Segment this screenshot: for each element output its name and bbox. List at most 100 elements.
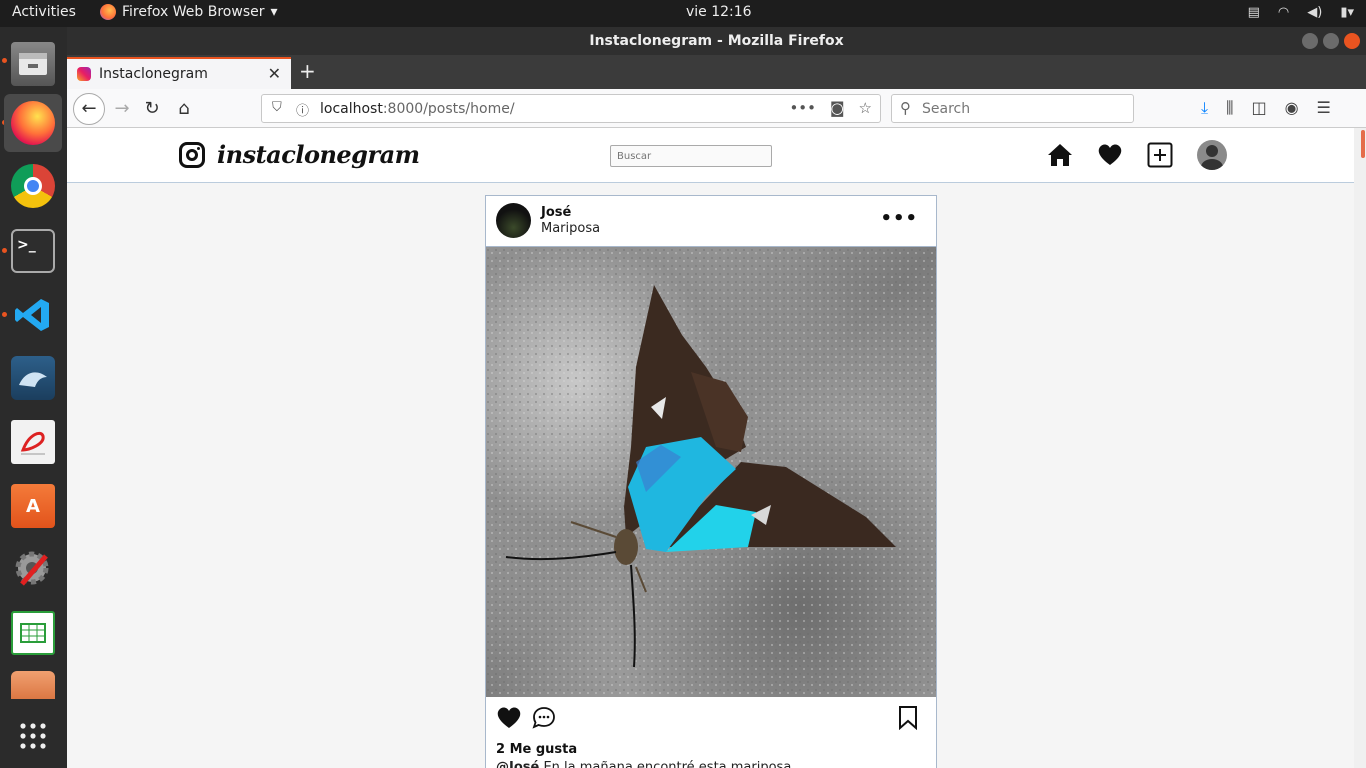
post-header: José Mariposa •••: [486, 196, 936, 247]
url-actions: ••• ◙ ☆: [789, 99, 872, 117]
account-icon[interactable]: ◉: [1285, 98, 1299, 118]
tab-instaclonegram[interactable]: Instaclonegram ✕: [67, 57, 291, 89]
dock-software-center[interactable]: A: [4, 477, 62, 535]
library-icon[interactable]: ⫼: [1226, 98, 1233, 118]
pocket-icon[interactable]: ◙: [830, 99, 845, 117]
profile-avatar[interactable]: [1197, 140, 1227, 170]
dock-show-applications[interactable]: [4, 707, 62, 765]
tab-bar: Instaclonegram ✕ +: [67, 55, 1366, 89]
new-tab-button[interactable]: +: [299, 59, 316, 83]
browser-search-bar[interactable]: ⚲ Search: [891, 94, 1134, 123]
like-heart-icon[interactable]: [496, 706, 522, 734]
sidebar-icon[interactable]: ◫: [1251, 98, 1266, 118]
site-search-input[interactable]: [610, 145, 772, 167]
more-options-icon[interactable]: •••: [880, 208, 918, 229]
app-menu[interactable]: Firefox Web Browser ▾: [100, 4, 278, 20]
downloads-icon[interactable]: ⤓: [1201, 98, 1208, 118]
clock[interactable]: vie 12:16: [686, 4, 752, 20]
dock-vscode[interactable]: [4, 286, 62, 344]
caption-username[interactable]: @José: [496, 760, 539, 768]
wifi-icon[interactable]: ◠: [1278, 5, 1289, 20]
comment-icon[interactable]: [532, 706, 556, 734]
scrollbar-thumb[interactable]: [1361, 130, 1365, 158]
spreadsheet-icon: [11, 611, 55, 655]
files-icon: [11, 42, 55, 86]
app-menu-label: Firefox Web Browser: [122, 4, 265, 20]
site-header: instaclonegram: [67, 128, 1354, 183]
dock-files[interactable]: [4, 35, 62, 93]
navigation-toolbar: ← → ↻ ⌂ ⛉ ⓘ localhost:8000/posts/home/ •…: [67, 89, 1366, 128]
browser-tools: ⤓ ⫼ ◫ ◉ ☰: [1201, 98, 1331, 118]
close-tab-icon[interactable]: ✕: [268, 64, 281, 83]
dock-presentation[interactable]: [4, 667, 62, 699]
system-tools-icon: [11, 547, 55, 591]
brand-name: instaclonegram: [217, 140, 420, 169]
software-center-icon: A: [11, 484, 55, 528]
add-post-icon[interactable]: [1147, 142, 1173, 168]
minimize-button[interactable]: [1302, 33, 1318, 49]
web-page: instaclonegram José Mariposa •••: [67, 128, 1354, 768]
firefox-icon: [11, 101, 55, 145]
page-actions-icon[interactable]: •••: [789, 99, 816, 117]
dock-mysql-workbench[interactable]: [4, 349, 62, 407]
window-controls: [1302, 33, 1360, 49]
dock-spreadsheet[interactable]: [4, 604, 62, 662]
reload-button[interactable]: ↻: [139, 96, 165, 122]
keyboard-icon[interactable]: ▤: [1248, 5, 1260, 20]
show-applications-icon: [11, 714, 55, 758]
tab-label: Instaclonegram: [99, 66, 208, 82]
post-card: José Mariposa ••• 2 Me gusta @José En la…: [485, 195, 937, 768]
post-actions: [496, 706, 556, 734]
post-author-avatar[interactable]: [496, 203, 531, 238]
document-viewer-icon: [11, 420, 55, 464]
post-caption: @José En la mañana encontré esta maripos…: [496, 760, 791, 768]
mysql-workbench-icon: [11, 356, 55, 400]
instagram-icon: [179, 141, 205, 168]
likes-count[interactable]: 2 Me gusta: [496, 742, 577, 757]
chrome-icon: [11, 164, 55, 208]
vscode-icon: [11, 293, 55, 337]
tracking-protection-shield-icon[interactable]: ⛉: [272, 100, 282, 115]
post-username[interactable]: José: [541, 205, 571, 220]
close-window-button[interactable]: [1344, 33, 1360, 49]
page-scrollbar[interactable]: [1354, 128, 1366, 768]
dock-firefox[interactable]: [4, 94, 62, 152]
site-nav: [1047, 140, 1227, 170]
post-image[interactable]: [486, 247, 936, 697]
dock-document-viewer[interactable]: [4, 413, 62, 471]
search-icon: ⚲: [900, 99, 911, 117]
battery-icon[interactable]: ▮▾: [1340, 5, 1354, 20]
volume-icon[interactable]: ◀): [1307, 5, 1322, 20]
bookmark-star-icon[interactable]: ☆: [859, 99, 872, 117]
hamburger-menu-icon[interactable]: ☰: [1317, 98, 1331, 118]
home-button[interactable]: ⌂: [171, 96, 197, 122]
back-button[interactable]: ←: [73, 93, 105, 125]
site-info-icon[interactable]: ⓘ: [296, 100, 309, 119]
url-host: localhost: [320, 100, 383, 117]
url-bar[interactable]: ⛉ ⓘ localhost:8000/posts/home/ ••• ◙ ☆: [261, 94, 881, 123]
system-tray[interactable]: ▤ ◠ ◀) ▮▾: [1248, 5, 1354, 20]
home-icon[interactable]: [1047, 142, 1073, 168]
site-brand[interactable]: instaclonegram: [179, 140, 420, 169]
activities-button[interactable]: Activities: [12, 4, 76, 20]
window-title-bar[interactable]: Instaclonegram - Mozilla Firefox: [67, 27, 1366, 55]
heart-icon[interactable]: [1097, 142, 1123, 168]
butterfly-photo: [486, 247, 936, 697]
forward-button[interactable]: →: [109, 96, 135, 122]
chevron-down-icon: ▾: [270, 4, 278, 20]
caption-text: En la mañana encontré esta mariposa: [539, 760, 792, 768]
dock: >_ A: [0, 27, 67, 768]
maximize-button[interactable]: [1323, 33, 1339, 49]
dock-terminal[interactable]: >_: [4, 222, 62, 280]
terminal-icon: >_: [11, 229, 55, 273]
firefox-small-icon: [100, 4, 116, 20]
post-location: Mariposa: [541, 221, 601, 236]
dock-system-tools[interactable]: [4, 540, 62, 598]
system-top-bar: Activities Firefox Web Browser ▾ vie 12:…: [0, 0, 1366, 27]
instagram-favicon-icon: [77, 67, 91, 81]
browser-search-placeholder: Search: [922, 100, 971, 117]
url-path: :8000/posts/home/: [382, 100, 515, 117]
bookmark-icon[interactable]: [898, 706, 918, 734]
dock-chrome[interactable]: [4, 157, 62, 215]
window-title: Instaclonegram - Mozilla Firefox: [589, 33, 844, 49]
